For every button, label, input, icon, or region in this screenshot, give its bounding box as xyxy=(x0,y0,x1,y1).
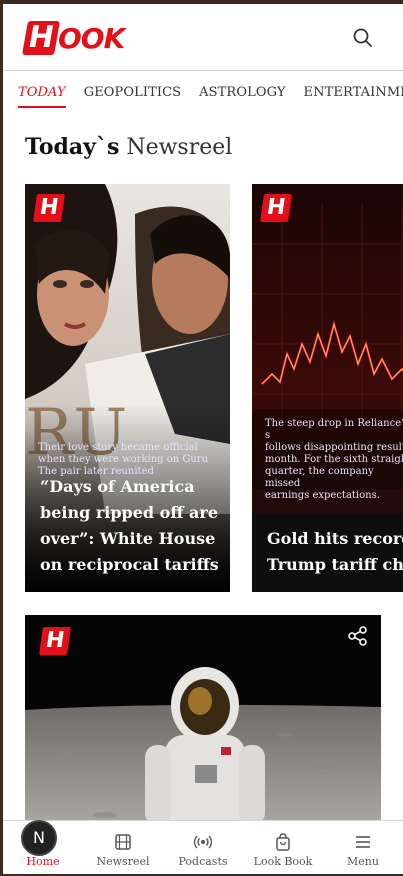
hook-badge-icon: H xyxy=(260,194,292,222)
newsreel-card-tariffs[interactable]: RU H Their love story became official wh… xyxy=(25,184,230,592)
caption-line: Their love story became official xyxy=(38,442,198,453)
bottom-navigation: Home Newsreel Podcasts Look Book Menu xyxy=(3,820,403,874)
film-icon xyxy=(115,834,131,850)
section-title-bold: Today`s xyxy=(25,134,120,160)
nav-newsreel[interactable]: Newsreel xyxy=(83,821,163,874)
newsreel-card-astronaut[interactable]: H xyxy=(25,615,381,855)
nav-menu[interactable]: Menu xyxy=(323,821,403,874)
nav-look-book[interactable]: Look Book xyxy=(243,821,323,874)
caption-overlay: Their love story became official when th… xyxy=(38,442,208,478)
section-title: Today`s Newsreel xyxy=(25,134,232,160)
nav-label: Newsreel xyxy=(96,855,150,868)
broadcast-icon xyxy=(194,835,212,849)
tab-geopolitics[interactable]: GEOPOLITICS xyxy=(84,77,181,108)
nav-label: Podcasts xyxy=(178,855,228,868)
nav-label: Home xyxy=(26,855,60,868)
caption-line: follows disappointing results xyxy=(265,442,403,453)
hook-badge-icon: H xyxy=(33,194,65,222)
notification-avatar-button[interactable]: N xyxy=(21,820,57,856)
search-icon[interactable] xyxy=(351,26,375,50)
nav-label: Menu xyxy=(347,855,379,868)
section-title-light: Newsreel xyxy=(126,135,233,160)
newsreel-card-gold[interactable]: H The steep drop in Reliance’s s follows… xyxy=(252,184,403,592)
card-headline[interactable]: Gold hits record a Trump tariff chac xyxy=(267,526,403,578)
category-tabs: TODAY GEOPOLITICS ASTROLOGY ENTERTAINMEN… xyxy=(3,72,403,112)
shopping-bag-icon xyxy=(276,833,290,851)
card-image-astronaut xyxy=(25,615,381,855)
nav-podcasts[interactable]: Podcasts xyxy=(163,821,243,874)
nav-label: Look Book xyxy=(253,855,313,868)
caption-line: when they were working on Guru xyxy=(38,454,209,465)
tab-entertainment[interactable]: ENTERTAINMENT xyxy=(304,77,403,108)
share-icon[interactable] xyxy=(347,625,369,647)
caption-line: earnings expectations. xyxy=(265,490,380,501)
caption-line: quarter, the company missed xyxy=(265,466,374,489)
caption-overlay: The steep drop in Reliance’s s follows d… xyxy=(265,418,403,502)
hook-logo[interactable]: H OOK xyxy=(22,20,125,56)
caption-line: month. For the sixth straight xyxy=(265,454,403,465)
card-headline[interactable]: “Days of America being ripped off are ov… xyxy=(40,474,220,578)
logo-text: OOK xyxy=(58,21,125,55)
tab-astrology[interactable]: ASTROLOGY xyxy=(199,77,285,108)
app-frame: H OOK TODAY GEOPOLITICS ASTROLOGY ENTERT… xyxy=(3,4,403,874)
logo-mark: H xyxy=(22,20,60,55)
tab-today[interactable]: TODAY xyxy=(18,77,66,108)
menu-icon xyxy=(356,836,370,848)
caption-line: The steep drop in Reliance’s s xyxy=(265,418,403,441)
top-header: H OOK xyxy=(3,4,403,71)
hook-badge-icon: H xyxy=(39,627,71,655)
